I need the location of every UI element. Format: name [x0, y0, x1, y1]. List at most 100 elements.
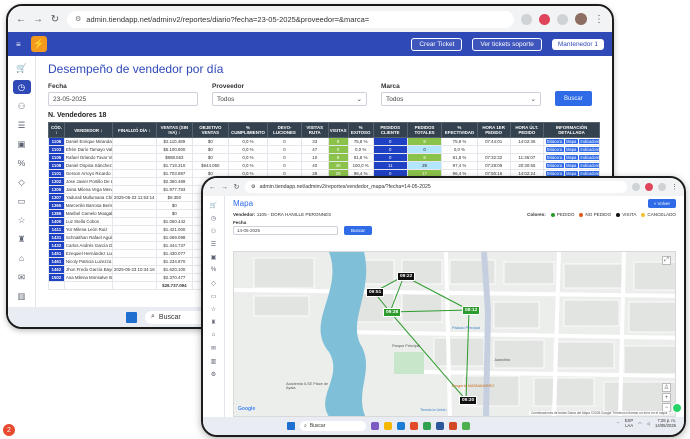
fullscreen-icon[interactable]: ⤢: [662, 256, 671, 265]
row-action-button[interactable]: Bitácora: [545, 147, 564, 153]
column-header[interactable]: VENDEDOR ↕: [63, 121, 113, 139]
row-action-button[interactable]: Indicadores: [578, 163, 599, 169]
windows-start-icon[interactable]: [287, 422, 295, 430]
row-action-button[interactable]: Indicadores: [578, 147, 599, 153]
back-button[interactable]: « Volver: [647, 199, 676, 208]
users-icon[interactable]: ⚇: [13, 99, 31, 113]
puzzle-icon[interactable]: [557, 13, 568, 25]
search-button[interactable]: Buscar: [555, 91, 592, 106]
menu-dots-icon[interactable]: ⋮: [594, 14, 604, 25]
column-header[interactable]: % EFECTIVIDAD: [441, 121, 478, 139]
chart-icon[interactable]: ▥: [208, 356, 220, 366]
extension-icon[interactable]: [632, 183, 640, 191]
card-icon[interactable]: ▭: [13, 194, 31, 208]
column-header[interactable]: HORA ÚLT. PEDIDO: [509, 121, 545, 139]
pegman-icon[interactable]: ♙: [662, 383, 671, 392]
menu-dots-icon[interactable]: ⋮: [671, 183, 678, 191]
reload-icon[interactable]: ↻: [233, 183, 240, 191]
map-pin[interactable]: 09:38: [383, 308, 402, 317]
taskbar-search[interactable]: ⌕ Buscar: [300, 421, 366, 431]
date-input[interactable]: 23-05-2025: [48, 92, 198, 106]
star-icon[interactable]: ☆: [208, 304, 220, 314]
tray-chevron-icon[interactable]: ⌃: [616, 421, 620, 426]
powerpoint-icon[interactable]: [449, 422, 457, 430]
volume-icon[interactable]: ◁: [647, 421, 650, 426]
map-pin[interactable]: 09:30: [459, 396, 478, 405]
clock-icon[interactable]: ◷: [208, 213, 220, 223]
percent-icon[interactable]: %: [13, 156, 31, 170]
star-icon[interactable]: ☆: [13, 213, 31, 227]
extension-red-icon[interactable]: [645, 183, 653, 191]
row-action-button[interactable]: Mapa: [564, 147, 578, 153]
notification-badge[interactable]: 2: [2, 423, 16, 437]
users-icon[interactable]: ⚇: [208, 226, 220, 236]
forward-arrow-icon[interactable]: →: [221, 184, 228, 191]
hamburger-menu-icon[interactable]: ≡: [16, 40, 21, 49]
map-pin[interactable]: 08:12: [462, 306, 481, 315]
clock-icon[interactable]: ◷: [12, 80, 31, 94]
brand-select[interactable]: Todos ⌄: [381, 92, 541, 106]
reload-icon[interactable]: ↻: [50, 14, 60, 25]
back-arrow-icon[interactable]: ←: [16, 14, 26, 25]
profile-avatar[interactable]: [575, 13, 587, 25]
bank-icon[interactable]: ⌂: [208, 330, 220, 340]
extension-red-icon[interactable]: [539, 13, 550, 25]
app-icon[interactable]: [410, 422, 418, 430]
row-action-button[interactable]: Indicadores: [578, 155, 599, 161]
cart-icon[interactable]: 🛒: [208, 200, 220, 210]
excel-icon[interactable]: [423, 422, 431, 430]
column-header[interactable]: % EXITOSO: [347, 121, 374, 139]
app-icon[interactable]: [371, 422, 379, 430]
folder-icon[interactable]: [384, 422, 392, 430]
diamond-icon[interactable]: ◇: [208, 278, 220, 288]
back-arrow-icon[interactable]: ←: [209, 184, 216, 191]
whatsapp-icon[interactable]: [672, 403, 682, 413]
search-button[interactable]: Buscar: [344, 226, 373, 235]
view-support-tickets-button[interactable]: Ver tickets soporte: [472, 37, 542, 51]
site-info-icon[interactable]: ⚙: [75, 15, 81, 23]
column-header[interactable]: HORA 1ER PEDIDO: [476, 121, 511, 139]
trophy-icon[interactable]: ♜: [208, 317, 220, 327]
percent-icon[interactable]: %: [208, 265, 220, 275]
edge-icon[interactable]: [397, 422, 405, 430]
address-bar[interactable]: ⚙ admin.tiendapp.net/adminv2/reportes/di…: [67, 10, 514, 28]
extension-icon[interactable]: [521, 13, 532, 25]
clock[interactable]: 7:28 p. m. 14/05/2025: [655, 418, 676, 429]
row-action-button[interactable]: Bitácora: [545, 155, 564, 161]
column-header[interactable]: CÓD. ↕: [48, 121, 65, 139]
column-header[interactable]: VENTAS (SIN IVA) ↕: [155, 121, 194, 139]
card-icon[interactable]: ▭: [208, 291, 220, 301]
column-header[interactable]: OBJETIVO VENTAS: [192, 121, 229, 139]
row-action-button[interactable]: Mapa: [564, 139, 578, 145]
zoom-in-icon[interactable]: +: [662, 393, 671, 402]
column-header[interactable]: DEVO-LUCIONES: [267, 121, 302, 139]
trophy-icon[interactable]: ♜: [13, 232, 31, 246]
cart-icon[interactable]: 🛒: [13, 61, 31, 75]
language-indicator[interactable]: ESP LAA: [625, 418, 633, 429]
supplier-select[interactable]: Todos ⌄: [212, 92, 367, 106]
megaphone-icon[interactable]: ✉: [208, 343, 220, 353]
map-pin[interactable]: 09:51: [366, 288, 385, 297]
address-bar[interactable]: ⚙ admin.tiendapp.net/adminv2/reportes/ve…: [245, 181, 627, 193]
row-action-button[interactable]: Mapa: [564, 155, 578, 161]
box-icon[interactable]: ▣: [13, 137, 31, 151]
profile-avatar[interactable]: [658, 183, 666, 191]
bank-icon[interactable]: ⌂: [13, 251, 31, 265]
row-action-button[interactable]: Bitácora: [545, 163, 564, 169]
settings-icon[interactable]: ⚙: [208, 369, 220, 379]
box-icon[interactable]: ▣: [208, 252, 220, 262]
map-pin[interactable]: 09:22: [397, 272, 416, 281]
diamond-icon[interactable]: ◇: [13, 175, 31, 189]
column-header[interactable]: PEDIDOS TOTALES: [406, 121, 443, 139]
date-input[interactable]: 14-05-2025: [233, 226, 338, 235]
wifi-icon[interactable]: ◠: [638, 421, 642, 426]
row-action-button[interactable]: Indicadores: [578, 139, 599, 145]
column-header[interactable]: FINALIZÓ DÍA ↕: [111, 121, 157, 139]
word-icon[interactable]: [436, 422, 444, 430]
megaphone-icon[interactable]: ✉: [13, 270, 31, 284]
row-action-button[interactable]: Bitácora: [545, 139, 564, 145]
row-action-button[interactable]: Mapa: [564, 163, 578, 169]
column-header[interactable]: INFORMACIÓN DETALLADA: [543, 121, 600, 139]
forward-arrow-icon[interactable]: →: [33, 14, 43, 25]
list-icon[interactable]: ☰: [13, 118, 31, 132]
